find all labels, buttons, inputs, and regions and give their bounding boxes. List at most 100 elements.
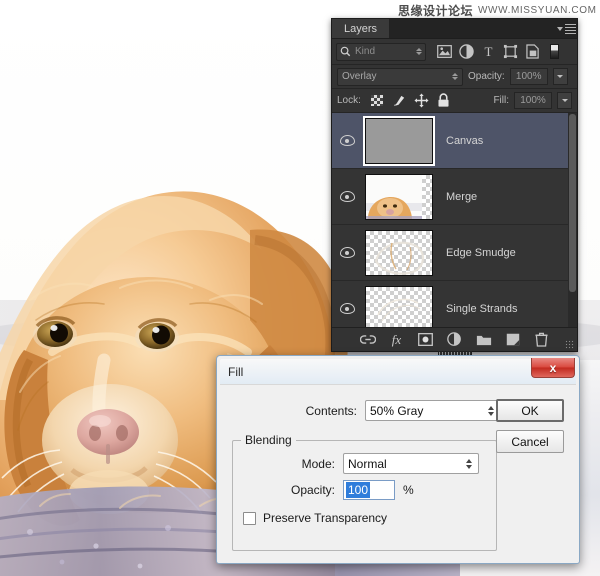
fill-dialog: Fill x Contents: 50% Gray Blending Mode:… [216, 355, 580, 564]
new-group-icon[interactable] [476, 332, 492, 348]
cancel-button[interactable]: Cancel [496, 430, 564, 453]
opacity-input[interactable]: 100 [343, 480, 395, 500]
mode-label: Mode: [301, 456, 335, 471]
percent-label: % [403, 483, 414, 497]
filter-toggle-icon[interactable] [546, 43, 563, 60]
fill-dialog-titlebar[interactable]: Fill x [220, 358, 576, 384]
fill-value-field[interactable]: 100% [514, 92, 552, 109]
watermark: 思缘设计论坛 WWW.MISSYUAN.COM [398, 1, 598, 19]
layer-row-canvas[interactable]: Canvas [332, 113, 577, 169]
delete-layer-icon[interactable] [534, 332, 550, 348]
dog-right-eye [135, 318, 179, 352]
layers-panel-footer: fx [332, 327, 577, 351]
dog-left-eye [33, 316, 77, 350]
filter-smart-object-icon[interactable] [524, 43, 541, 60]
preserve-transparency-row[interactable]: Preserve Transparency [233, 511, 496, 525]
opacity-dropdown-button[interactable] [552, 68, 568, 85]
search-icon [340, 46, 351, 57]
blending-group: Blending Mode: Normal Opacity: 100 % Pre… [232, 433, 497, 551]
contents-select[interactable]: 50% Gray [365, 400, 501, 421]
fill-label: Fill: [493, 95, 509, 106]
layer-thumbnail-cell[interactable] [360, 285, 438, 327]
eye-icon [339, 247, 355, 258]
eye-icon [339, 191, 355, 202]
thumbnail-transparency-strip [422, 174, 432, 219]
layer-name-canvas: Canvas [446, 134, 484, 147]
layer-visibility-toggle[interactable] [334, 247, 360, 258]
preserve-transparency-label: Preserve Transparency [263, 511, 388, 525]
layers-panel: Layers Kind T Overlay Opacity: 100% Lock… [331, 18, 578, 356]
filter-pixel-icon[interactable] [436, 43, 453, 60]
layer-name-edge-smudge: Edge Smudge [446, 246, 516, 259]
filter-kind-select[interactable]: Kind [336, 42, 426, 61]
opacity-value: 100 [346, 482, 371, 498]
filter-type-icon[interactable]: T [480, 43, 497, 60]
new-layer-icon[interactable] [505, 332, 521, 348]
opacity-value: 100% [515, 71, 542, 82]
fx-label: fx [391, 331, 402, 347]
tab-layers[interactable]: Layers [332, 19, 391, 38]
fill-value: 100% [520, 95, 546, 106]
layer-list-scrollbar[interactable] [568, 113, 577, 327]
blend-mode-row: Overlay Opacity: 100% [332, 65, 577, 89]
mode-select[interactable]: Normal [343, 453, 479, 474]
blend-mode-value: Overlay [342, 71, 377, 82]
filter-kind-spinner-icon [416, 48, 422, 55]
opacity-value-field[interactable]: 100% [509, 68, 548, 85]
panel-menu-icon [564, 23, 576, 34]
layer-thumbnail-cell[interactable] [360, 229, 438, 276]
lock-position-icon[interactable] [414, 93, 429, 108]
layer-thumbnail [365, 285, 433, 327]
scrollbar-thumb[interactable] [569, 114, 576, 292]
fill-dialog-body: Contents: 50% Gray Blending Mode: Normal… [220, 384, 576, 562]
chevron-down-icon [557, 75, 564, 78]
lock-row: Lock: Fill: 100% [332, 89, 577, 113]
opacity-row: Opacity: 100 % [233, 480, 496, 500]
close-icon[interactable]: x [531, 358, 575, 378]
panel-resize-grip[interactable] [565, 340, 574, 349]
eye-icon [339, 303, 355, 314]
thumbnail-strands-art [377, 298, 421, 321]
blend-mode-select[interactable]: Overlay [337, 67, 463, 86]
fill-dialog-title: Fill [228, 364, 244, 379]
lock-label: Lock: [337, 95, 361, 106]
eye-icon [339, 135, 355, 146]
layer-visibility-toggle[interactable] [334, 191, 360, 202]
layer-thumbnail-cell[interactable] [360, 173, 438, 220]
thumbnail-dog-art [366, 174, 424, 219]
add-layer-mask-icon[interactable] [418, 332, 434, 348]
mode-spinner-icon [466, 458, 474, 469]
layer-thumbnail-cell[interactable] [360, 115, 438, 166]
layer-style-fx-icon[interactable]: fx [389, 332, 405, 348]
lock-transparent-pixels-icon[interactable] [370, 93, 385, 108]
opacity-label: Opacity: [290, 483, 335, 497]
layer-thumbnail [365, 173, 433, 220]
fill-dropdown-button[interactable] [557, 92, 572, 109]
link-layers-icon[interactable] [359, 332, 376, 348]
contents-spinner-icon [488, 405, 496, 416]
layer-row-edge-smudge[interactable]: Edge Smudge [332, 225, 577, 281]
preserve-transparency-checkbox[interactable] [243, 511, 256, 525]
layer-row-merge[interactable]: Merge [332, 169, 577, 225]
new-adjustment-layer-icon[interactable] [447, 332, 463, 348]
layers-panel-tabbar: Layers [332, 19, 577, 39]
lock-all-icon[interactable] [436, 93, 451, 108]
tab-layers-label: Layers [344, 22, 378, 35]
layer-row-single-strands[interactable]: Single Strands [332, 281, 577, 327]
panel-menu-button[interactable] [555, 19, 577, 38]
opacity-label: Opacity: [468, 71, 505, 82]
lock-image-pixels-icon[interactable] [392, 93, 407, 108]
layer-list[interactable]: Canvas Merge Edge Smudge Single Strands [332, 113, 577, 327]
cancel-label: Cancel [511, 434, 549, 449]
blend-mode-spinner-icon [452, 73, 458, 80]
ok-button[interactable]: OK [496, 399, 564, 422]
watermark-url-text: WWW.MISSYUAN.COM [478, 4, 597, 16]
layer-visibility-toggle[interactable] [334, 303, 360, 314]
tabbar-empty-space [390, 19, 555, 38]
filter-type-icons: T [436, 43, 563, 60]
filter-adjustment-icon[interactable] [458, 43, 475, 60]
layer-visibility-toggle[interactable] [334, 135, 360, 146]
thumbnail-smudge-art [374, 241, 424, 275]
contents-label: Contents: [305, 403, 357, 418]
filter-shape-icon[interactable] [502, 43, 519, 60]
